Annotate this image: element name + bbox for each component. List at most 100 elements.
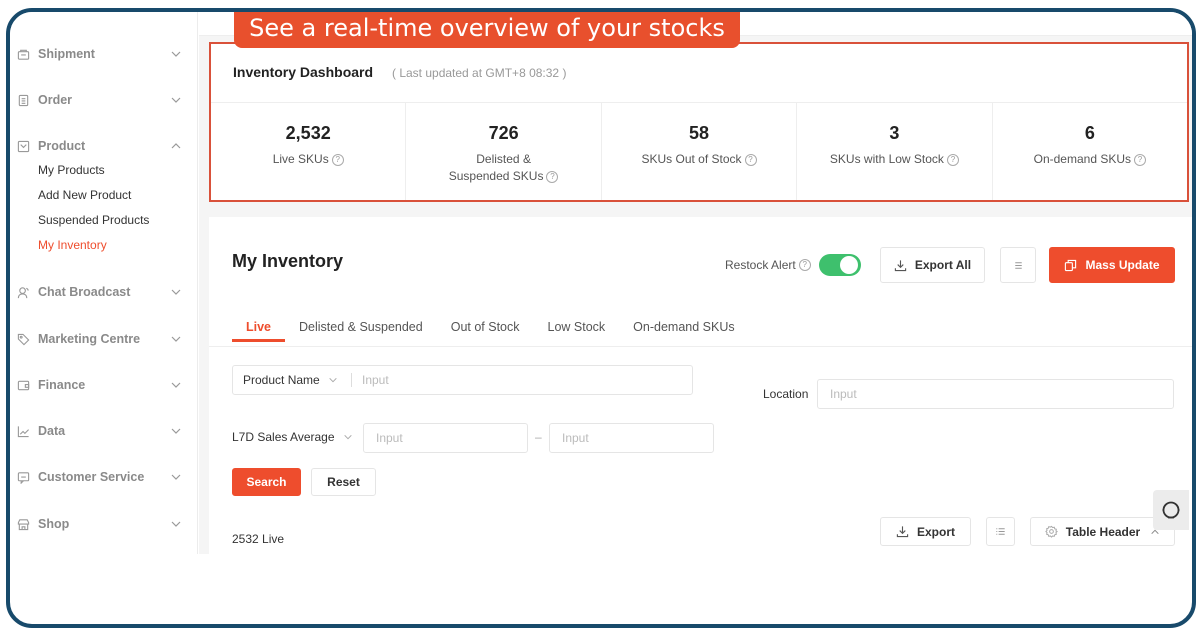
- sidebar-group-finance[interactable]: Finance: [10, 375, 198, 395]
- copy-icon: [1065, 259, 1077, 271]
- sidebar-group-label: Data: [38, 424, 66, 438]
- sales-average-select[interactable]: L7D Sales Average: [232, 430, 353, 444]
- product-search-field: Product Name Input: [232, 365, 693, 395]
- tab-low-stock[interactable]: Low Stock: [534, 314, 620, 354]
- order-icon: [16, 93, 30, 107]
- product-name-input[interactable]: Input: [362, 373, 692, 387]
- customer-service-icon: [16, 470, 30, 484]
- export-all-button[interactable]: Export All: [880, 247, 985, 283]
- chat-support-button[interactable]: [1153, 490, 1189, 530]
- tab-out-of-stock[interactable]: Out of Stock: [437, 314, 534, 354]
- sales-min-input[interactable]: Input: [363, 423, 528, 453]
- export-all-label: Export All: [914, 258, 972, 272]
- sidebar-item-my-inventory[interactable]: My Inventory: [10, 233, 198, 258]
- headset-icon: [1162, 501, 1180, 519]
- restock-alert: Restock Alert ?: [725, 254, 861, 276]
- stat-value: 58: [689, 123, 710, 143]
- list-count: 2532 Live: [232, 532, 285, 546]
- sidebar-group-label: Finance: [38, 378, 86, 392]
- screenshot-frame: Shipment Order Product My Products Add N…: [6, 8, 1196, 628]
- help-icon[interactable]: ?: [331, 153, 344, 166]
- help-icon[interactable]: ?: [1134, 153, 1147, 166]
- sidebar-group-label: Shipment: [38, 47, 95, 61]
- chevron-down-icon: [329, 377, 337, 383]
- chevron-down-icon: [171, 521, 181, 527]
- sidebar-group-label: Marketing Centre: [38, 332, 141, 346]
- wallet-icon: [16, 378, 30, 392]
- chevron-down-icon: [171, 474, 181, 480]
- sidebar-group-label: Product: [38, 139, 86, 153]
- sidebar-group-label: Chat Broadcast: [38, 285, 131, 299]
- help-icon[interactable]: ?: [546, 170, 559, 183]
- chevron-down-icon: [171, 428, 181, 434]
- callout-banner: See a real-time overview of your stocks: [234, 12, 740, 48]
- location-input[interactable]: Input: [817, 379, 1174, 409]
- last-updated-text: ( Last updated at GMT+8 08:32 ): [392, 66, 567, 80]
- restock-alert-toggle[interactable]: [818, 254, 861, 276]
- chat-broadcast-icon: [16, 285, 30, 299]
- sidebar-group-order[interactable]: Order: [10, 90, 198, 110]
- inventory-tabs: Live Delisted & Suspended Out of Stock L…: [232, 314, 749, 354]
- sidebar-group-customer-service[interactable]: Customer Service: [10, 467, 198, 487]
- sidebar-group-data[interactable]: Data: [10, 421, 198, 441]
- stat-label: Delisted & Suspended SKUs: [448, 152, 544, 183]
- my-inventory-panel: My Inventory Restock Alert ? Export All …: [209, 217, 1192, 554]
- chevron-up-icon: [171, 143, 181, 149]
- stat-value: 6: [1084, 123, 1095, 143]
- shop-icon: [16, 517, 30, 531]
- inventory-dashboard: Inventory Dashboard ( Last updated at GM…: [209, 42, 1189, 202]
- range-separator: –: [535, 430, 542, 444]
- sidebar-group-shop[interactable]: Shop: [10, 514, 198, 534]
- sidebar-group-product[interactable]: Product My Products Add New Product Susp…: [10, 136, 198, 258]
- stat-skus-out-of-stock[interactable]: 58 SKUs Out of Stock?: [602, 103, 798, 200]
- stat-on-demand-skus[interactable]: 6 On-demand SKUs?: [993, 103, 1187, 200]
- product-name-select-value: Product Name: [243, 373, 320, 387]
- location-label: Location: [763, 387, 809, 401]
- stat-label: Live SKUs: [272, 152, 329, 166]
- mass-update-button[interactable]: Mass Update: [1049, 247, 1175, 283]
- list-view-button[interactable]: [1000, 247, 1036, 283]
- main-content: See a real-time overview of your stocks …: [199, 12, 1192, 554]
- reset-button[interactable]: Reset: [311, 468, 376, 496]
- tab-live[interactable]: Live: [232, 314, 286, 354]
- sidebar-group-shipment[interactable]: Shipment: [10, 44, 198, 64]
- export-label: Export: [916, 524, 955, 539]
- chevron-down-icon: [343, 434, 352, 440]
- help-icon[interactable]: ?: [946, 153, 959, 166]
- sales-max-input[interactable]: Input: [549, 423, 714, 453]
- product-icon: [16, 139, 30, 153]
- chevron-down-icon: [171, 289, 181, 295]
- list-options-button[interactable]: [986, 517, 1015, 546]
- export-button[interactable]: Export: [880, 517, 971, 546]
- tag-icon: [16, 332, 30, 346]
- search-button[interactable]: Search: [232, 468, 301, 496]
- help-icon[interactable]: ?: [744, 153, 757, 166]
- sidebar-item-my-products[interactable]: My Products: [10, 158, 198, 183]
- sidebar-group-chat-broadcast[interactable]: Chat Broadcast: [10, 282, 198, 302]
- sidebar-item-suspended-products[interactable]: Suspended Products: [10, 208, 198, 233]
- tab-delisted-suspended[interactable]: Delisted & Suspended: [285, 314, 437, 354]
- stats-row: 2,532 Live SKUs? 726 Delisted & Suspende…: [211, 103, 1187, 200]
- stat-skus-low-stock[interactable]: 3 SKUs with Low Stock?: [797, 103, 993, 200]
- divider: [209, 346, 1192, 347]
- stat-label: SKUs with Low Stock: [829, 152, 944, 166]
- sidebar-item-add-new-product[interactable]: Add New Product: [10, 183, 198, 208]
- sales-min-placeholder: Input: [376, 431, 403, 445]
- stat-live-skus[interactable]: 2,532 Live SKUs?: [211, 103, 407, 200]
- stat-label: On-demand SKUs: [1033, 152, 1132, 166]
- product-name-select[interactable]: Product Name: [233, 373, 351, 387]
- stat-value: 726: [488, 123, 519, 143]
- download-icon: [896, 526, 909, 538]
- tab-on-demand-skus[interactable]: On-demand SKUs: [619, 314, 748, 354]
- sales-average-select-value: L7D Sales Average: [232, 430, 335, 444]
- restock-alert-label: Restock Alert: [725, 258, 796, 272]
- sidebar-group-label: Shop: [38, 517, 70, 531]
- stat-delisted-suspended-skus[interactable]: 726 Delisted & Suspended SKUs?: [406, 103, 602, 200]
- sidebar-group-label: Customer Service: [38, 470, 145, 484]
- stat-value: 2,532: [285, 123, 331, 143]
- sales-max-placeholder: Input: [562, 431, 589, 445]
- help-icon[interactable]: ?: [798, 259, 811, 271]
- chevron-down-icon: [171, 336, 181, 342]
- chevron-down-icon: [171, 97, 181, 103]
- sidebar-group-marketing-centre[interactable]: Marketing Centre: [10, 329, 198, 349]
